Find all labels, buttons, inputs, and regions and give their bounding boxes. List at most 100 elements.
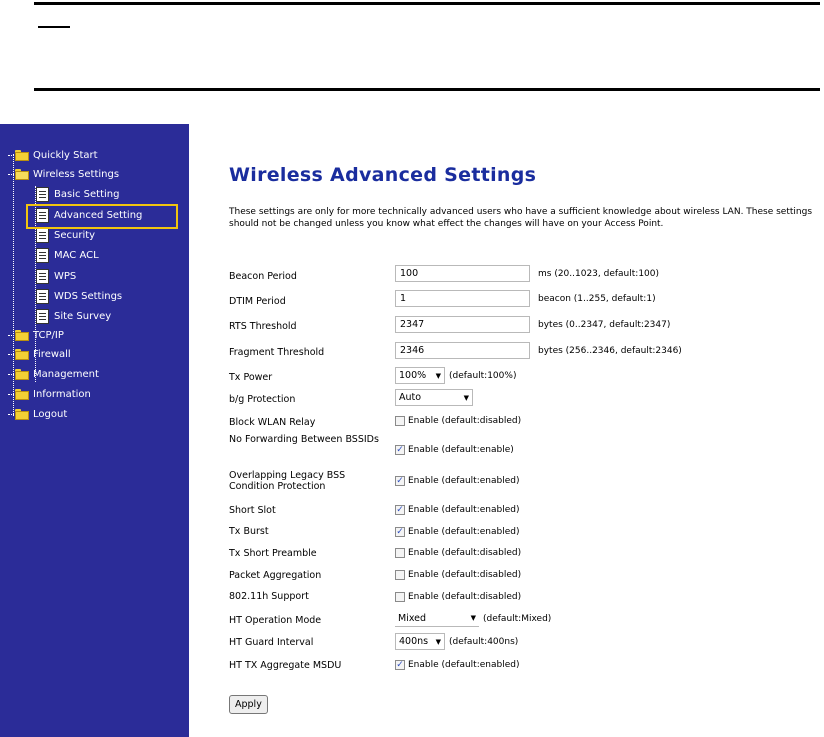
sidebar-item-label: Security <box>54 229 96 241</box>
dtim-period-label: DTIM Period <box>229 296 286 307</box>
folder-open-icon <box>15 168 29 180</box>
sidebar-item-label: TCP/IP <box>33 329 64 341</box>
rts-threshold-hint: bytes (0..2347, default:2347) <box>538 319 671 330</box>
fragment-threshold-label: Fragment Threshold <box>229 347 325 358</box>
ht-operation-mode-label: HT Operation Mode <box>229 615 322 626</box>
no-forwarding-checkbox[interactable]: ✓ <box>395 445 405 455</box>
dropdown-arrow-icon: ▼ <box>435 371 441 380</box>
overlapping-bss-checkbox[interactable]: ✓ <box>395 476 405 486</box>
tx-short-preamble-label: Tx Short Preamble <box>229 548 317 559</box>
tx-power-select[interactable]: 100% ▼ <box>395 367 445 384</box>
ht-tx-aggregate-msdu-checkbox[interactable]: ✓ <box>395 660 405 670</box>
ht-operation-mode-hint: (default:Mixed) <box>483 613 552 624</box>
sidebar-item-label: Firewall <box>33 348 71 360</box>
tx-burst-checkbox[interactable]: ✓ <box>395 527 405 537</box>
packet-aggregation-label: Packet Aggregation <box>229 570 322 581</box>
sidebar-item-label: Basic Setting <box>54 188 120 200</box>
dot11h-support-hint: Enable (default:disabled) <box>408 592 522 602</box>
sidebar-item-label: Wireless Settings <box>33 168 120 180</box>
sidebar-item-basic-setting[interactable]: Basic Setting <box>36 185 119 203</box>
page-icon <box>36 288 49 304</box>
ht-guard-interval-value: 400ns <box>399 636 429 647</box>
dropdown-arrow-icon: ▼ <box>463 393 469 402</box>
no-forwarding-label: No Forwarding Between BSSIDs <box>229 434 379 445</box>
ht-operation-mode-select[interactable]: Mixed ▼ <box>395 610 479 627</box>
page-icon <box>36 227 49 243</box>
tx-burst-label: Tx Burst <box>229 526 269 537</box>
main-content: Wireless Advanced Settings These setting… <box>189 124 824 737</box>
page-icon <box>36 308 49 324</box>
folder-icon <box>15 329 29 341</box>
block-wlan-relay-hint: Enable (default:disabled) <box>408 416 522 426</box>
selection-highlight <box>26 204 178 229</box>
dropdown-arrow-icon: ▼ <box>435 637 441 646</box>
dropdown-arrow-icon: ▼ <box>470 614 476 622</box>
sidebar-item-label: Management <box>33 368 99 380</box>
no-forwarding-hint: Enable (default:enable) <box>408 445 514 455</box>
bg-protection-select[interactable]: Auto ▼ <box>395 389 473 406</box>
sidebar-item-label: Quickly Start <box>33 149 98 161</box>
dot11h-support-label: 802.11h Support <box>229 591 309 602</box>
folder-icon <box>15 149 29 161</box>
header-rule-short <box>38 26 70 28</box>
header-rule-bottom <box>34 88 820 91</box>
sidebar-item-label: Site Survey <box>54 310 112 322</box>
sidebar-item-label: Logout <box>33 408 68 420</box>
block-wlan-relay-label: Block WLAN Relay <box>229 417 316 428</box>
sidebar-item-mac-acl[interactable]: MAC ACL <box>36 246 99 264</box>
ht-operation-mode-value: Mixed <box>398 612 427 624</box>
tx-power-value: 100% <box>399 370 427 381</box>
fragment-threshold-hint: bytes (256..2346, default:2346) <box>538 345 682 356</box>
dtim-period-hint: beacon (1..255, default:1) <box>538 293 656 304</box>
page-description: These settings are only for more technic… <box>229 207 813 229</box>
bg-protection-label: b/g Protection <box>229 394 296 405</box>
overlapping-bss-hint: Enable (default:enabled) <box>408 476 520 486</box>
dtim-period-input[interactable] <box>395 290 530 307</box>
tx-short-preamble-checkbox[interactable] <box>395 548 405 558</box>
overlapping-bss-label: Overlapping Legacy BSS Condition Protect… <box>229 470 346 492</box>
sidebar-item-wps[interactable]: WPS <box>36 267 76 285</box>
dot11h-support-checkbox[interactable] <box>395 592 405 602</box>
beacon-period-input[interactable] <box>395 265 530 282</box>
sidebar-item-firewall[interactable]: Firewall <box>8 345 71 363</box>
rts-threshold-input[interactable] <box>395 316 530 333</box>
fragment-threshold-input[interactable] <box>395 342 530 359</box>
page-title: Wireless Advanced Settings <box>229 164 537 186</box>
beacon-period-label: Beacon Period <box>229 271 297 282</box>
apply-button[interactable]: Apply <box>229 695 268 714</box>
beacon-period-hint: ms (20..1023, default:100) <box>538 268 660 279</box>
sidebar-item-wds-settings[interactable]: WDS Settings <box>36 287 122 305</box>
sidebar-item-label: WPS <box>54 270 77 282</box>
tx-power-label: Tx Power <box>229 372 273 383</box>
block-wlan-relay-checkbox[interactable] <box>395 416 405 426</box>
ht-guard-interval-label: HT Guard Interval <box>229 637 314 648</box>
header-rule-top <box>34 2 820 5</box>
tx-burst-hint: Enable (default:enabled) <box>408 527 520 537</box>
sidebar-item-logout[interactable]: Logout <box>8 405 67 423</box>
folder-icon <box>15 368 29 380</box>
short-slot-label: Short Slot <box>229 505 276 516</box>
rts-threshold-label: RTS Threshold <box>229 321 297 332</box>
sidebar-item-label: Information <box>33 388 91 400</box>
folder-icon <box>15 348 29 360</box>
sidebar-item-label: MAC ACL <box>54 249 99 261</box>
ht-guard-interval-select[interactable]: 400ns ▼ <box>395 633 445 650</box>
sidebar-item-information[interactable]: Information <box>8 385 91 403</box>
sidebar-item-tcp-ip[interactable]: TCP/IP <box>8 326 64 344</box>
ht-tx-aggregate-msdu-hint: Enable (default:enabled) <box>408 660 520 670</box>
page-icon <box>36 268 49 284</box>
sidebar-item-management[interactable]: Management <box>8 365 99 383</box>
sidebar-item-wireless-settings[interactable]: Wireless Settings <box>8 165 119 183</box>
tx-short-preamble-hint: Enable (default:disabled) <box>408 548 522 558</box>
page-icon <box>36 247 49 263</box>
ht-guard-interval-hint: (default:400ns) <box>449 636 519 647</box>
sidebar-item-site-survey[interactable]: Site Survey <box>36 307 111 325</box>
sidebar-item-label: WDS Settings <box>54 290 123 302</box>
short-slot-hint: Enable (default:enabled) <box>408 505 520 515</box>
packet-aggregation-hint: Enable (default:disabled) <box>408 570 522 580</box>
short-slot-checkbox[interactable]: ✓ <box>395 505 405 515</box>
bg-protection-value: Auto <box>399 392 422 403</box>
packet-aggregation-checkbox[interactable] <box>395 570 405 580</box>
folder-icon <box>15 408 29 420</box>
sidebar-item-quickly-start[interactable]: Quickly Start <box>8 146 98 164</box>
